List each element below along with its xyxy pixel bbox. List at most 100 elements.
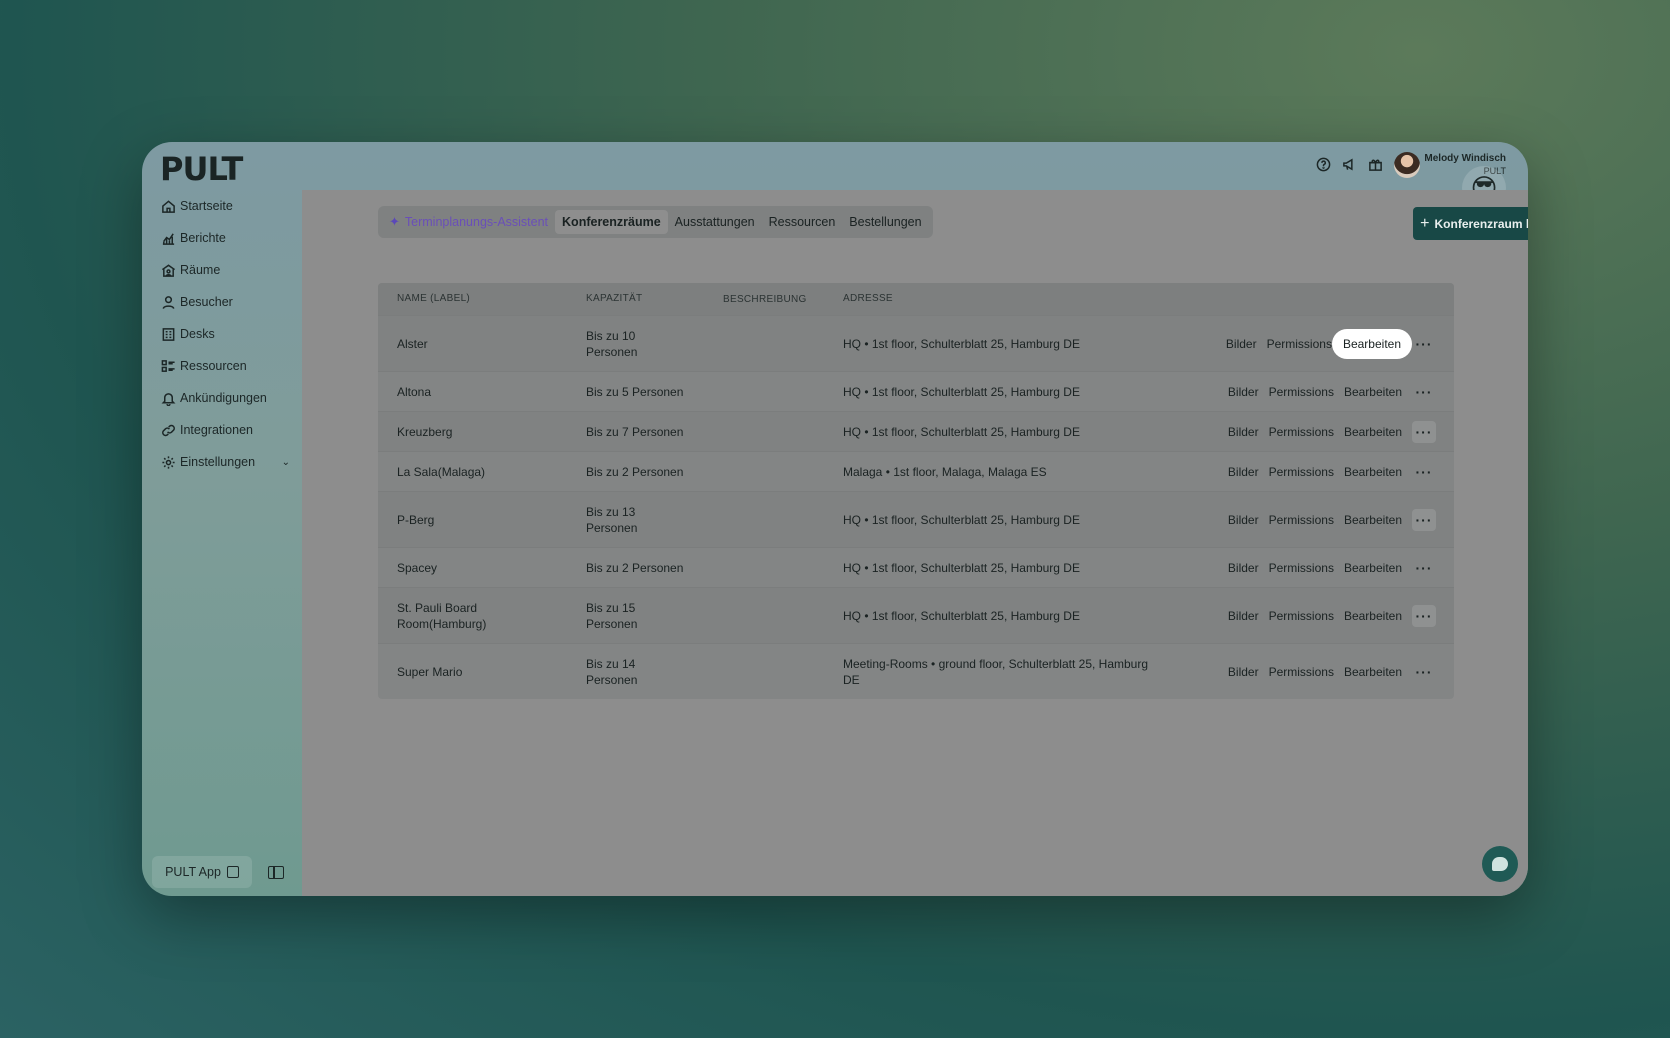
header-description[interactable]: BESCHREIBUNG [723,294,843,305]
permissions-link[interactable]: Permissions [1267,337,1332,351]
room-address: HQ • 1st floor, Schulterblatt 25, Hambur… [843,384,1080,399]
more-options-icon[interactable]: ··· [1412,604,1436,627]
more-options-icon[interactable]: ··· [1412,381,1436,403]
permissions-link[interactable]: Permissions [1269,665,1334,679]
tab-ausstattungen[interactable]: Ausstattungen [668,210,762,234]
tab-ressourcen[interactable]: Ressourcen [762,210,843,234]
room-address: Meeting-Rooms • ground floor, Schulterbl… [843,656,1149,687]
table-row[interactable]: Kreuzberg Bis zu 7 Personen HQ • 1st floor… [378,411,1454,451]
permissions-link[interactable]: Permissions [1269,385,1334,399]
sidebar-item-ressourcen[interactable]: Ressourcen [160,350,290,382]
images-link[interactable]: Bilder [1228,561,1259,575]
table-row[interactable]: Super Mario Bis zu 14 Personen Meeting-Roo… [378,643,1454,699]
room-address: HQ • 1st floor, Schulterblatt 25, Hambur… [843,608,1080,623]
permissions-link[interactable]: Permissions [1269,609,1334,623]
more-options-icon[interactable]: ··· [1412,333,1436,355]
images-link[interactable]: Bilder [1228,665,1259,679]
more-options-icon[interactable]: ··· [1412,557,1436,579]
table-row[interactable]: La Sala(Malaga) Bis zu 2 Personen Malaga •… [378,451,1454,491]
room-name: Kreuzberg [397,424,453,439]
sidebar-item-label: Besucher [180,295,233,309]
table-row[interactable]: St. Pauli Board Room(Hamburg) Bis zu 15 P… [378,587,1454,643]
row-actions: Bilder Permissions Bearbeiten ··· [1173,461,1454,483]
pult-app-button[interactable]: PULT App [152,856,252,888]
more-options-icon[interactable]: ··· [1412,508,1436,531]
edit-link[interactable]: Bearbeiten [1344,665,1402,679]
edit-link[interactable]: Bearbeiten [1344,425,1402,439]
permissions-link[interactable]: Permissions [1269,513,1334,527]
sidebar-item-desks[interactable]: Desks [160,318,290,350]
add-button-label: Konferenzraum hinzufügen [1434,216,1529,231]
add-conference-room-button[interactable]: + Konferenzraum hinzufügen [1413,207,1528,240]
edit-link[interactable]: Bearbeiten [1344,609,1402,623]
user-avatar[interactable] [1394,152,1421,178]
gift-icon[interactable] [1368,157,1384,173]
row-actions: Bilder Permissions Bearbeiten ··· [1173,328,1454,359]
permissions-link[interactable]: Permissions [1269,561,1334,575]
tab-label: Terminplanungs-Assistent [404,215,549,229]
pult-logo[interactable]: PULT [160,150,243,188]
sidebar-item-berichte[interactable]: Berichte [160,222,290,254]
sidebar-item-raeume[interactable]: Räume [160,254,290,286]
sidebar-item-integrationen[interactable]: Integrationen [160,414,290,446]
more-options-icon[interactable]: ··· [1412,661,1436,683]
permissions-link[interactable]: Permissions [1269,465,1334,479]
sparkle-icon: ✦ [389,214,400,229]
app-window: PULT Melody Windisch PULT 😎 Startseite B… [142,142,1528,896]
header-capacity[interactable]: KAPAZITÄT [586,291,723,307]
room-name: Super Mario [397,664,463,679]
rooms-icon [160,262,176,278]
room-capacity: Bis zu 15 Personen [586,600,638,631]
sidebar-item-label: Ressourcen [180,359,247,373]
chevron-down-icon[interactable]: ⌄ [282,457,290,468]
header-address[interactable]: ADRESSE [843,291,1173,307]
room-name: Altona [397,384,432,399]
collapse-sidebar-icon[interactable] [268,865,284,879]
tab-bestellungen[interactable]: Bestellungen [842,210,928,234]
images-link[interactable]: Bilder [1228,465,1259,479]
gear-icon [160,454,176,470]
edit-link[interactable]: Bearbeiten [1344,465,1402,479]
images-link[interactable]: Bilder [1228,609,1259,623]
edit-link[interactable]: Bearbeiten [1344,561,1402,575]
tab-konferenzraeume[interactable]: Konferenzräume [555,210,668,234]
header-name[interactable]: NAME (LABEL) [378,291,586,307]
row-actions: Bilder Permissions Bearbeiten ··· [1173,381,1454,403]
chat-icon [1492,857,1508,871]
edit-link[interactable]: Bearbeiten [1344,385,1402,399]
images-link[interactable]: Bilder [1228,385,1259,399]
table-row[interactable]: Alster Bis zu 10 Personen HQ • 1st floor, … [378,315,1454,371]
table-body: Alster Bis zu 10 Personen HQ • 1st floor, … [378,315,1454,699]
room-capacity: Bis zu 2 Personen [586,560,684,575]
help-icon[interactable] [1316,157,1332,173]
chat-support-button[interactable] [1482,846,1518,882]
megaphone-icon[interactable] [1342,157,1358,173]
sidebar-item-besucher[interactable]: Besucher [160,286,290,318]
main-content: ✦ Terminplanungs-Assistent Konferenzräum… [302,190,1528,896]
images-link[interactable]: Bilder [1228,425,1259,439]
room-name: P-Berg [397,512,435,527]
table-row[interactable]: Altona Bis zu 5 Personen HQ • 1st floor, S… [378,371,1454,411]
edit-link[interactable]: Bearbeiten [1344,513,1402,527]
sidebar-item-einstellungen[interactable]: Einstellungen ⌄ [160,446,290,478]
sidebar-item-startseite[interactable]: Startseite [160,190,290,222]
images-link[interactable]: Bilder [1226,337,1257,351]
room-address: HQ • 1st floor, Schulterblatt 25, Hambur… [843,560,1080,575]
sidebar-item-label: Integrationen [180,423,253,437]
sidebar-footer: PULT App [152,856,284,888]
desk-icon [160,326,176,342]
permissions-link[interactable]: Permissions [1269,425,1334,439]
images-link[interactable]: Bilder [1228,513,1259,527]
row-actions: Bilder Permissions Bearbeiten ··· [1173,508,1454,531]
more-options-icon[interactable]: ··· [1412,420,1436,443]
room-name: La Sala(Malaga) [397,464,486,479]
table-row[interactable]: Spacey Bis zu 2 Personen HQ • 1st floor, S… [378,547,1454,587]
sidebar-item-label: Desks [180,327,215,341]
room-name: Spacey [397,560,438,575]
table-row[interactable]: P-Berg Bis zu 13 Personen HQ • 1st floor, … [378,491,1454,547]
more-options-icon[interactable]: ··· [1412,461,1436,483]
edit-link[interactable]: Bearbeiten [1331,328,1412,359]
row-actions: Bilder Permissions Bearbeiten ··· [1173,604,1454,627]
sidebar-item-ankuendigungen[interactable]: Ankündigungen [160,382,290,414]
tab-assistant[interactable]: ✦ Terminplanungs-Assistent [382,210,555,234]
